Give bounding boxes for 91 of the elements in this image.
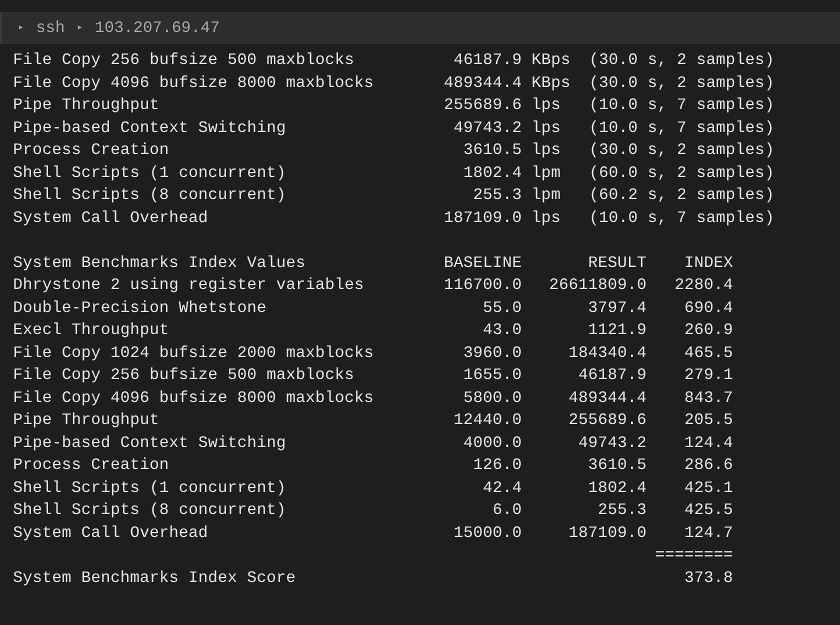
benchmark-name: File Copy 4096 bufsize 8000 maxblocks (13, 72, 375, 94)
benchmark-value: 255689.6 (442, 95, 522, 116)
benchmark-unit: lps (531, 140, 562, 161)
score-label: System Benchmarks Index Score (13, 568, 297, 588)
table-cell-text: 3797.4 (587, 298, 647, 318)
table-cell-text: Pipe-based Context Switching (13, 432, 288, 454)
table-cell-text: 5800.0 (462, 388, 522, 408)
table-cell-text: 4000.0 (462, 432, 522, 454)
benchmark-value: 46187.9 (452, 50, 522, 71)
table-cell-text: Process Creation (13, 455, 170, 476)
table-cell-text: 187109.0 (568, 522, 647, 544)
benchmark-detail: (10.0 s, 7 samples) (589, 208, 774, 228)
table-cell-text: 260.9 (683, 320, 734, 341)
table-cell-text: 184340.4 (568, 342, 647, 364)
benchmark-unit: lps (531, 118, 562, 138)
column-header: INDEX (683, 252, 734, 274)
benchmark-detail: (30.0 s, 2 samples) (589, 50, 774, 71)
table-cell-text: 42.4 (482, 478, 522, 498)
benchmark-unit: KBps (531, 72, 572, 94)
benchmark-detail: (30.0 s, 2 samples) (589, 72, 774, 94)
benchmark-detail: (60.2 s, 2 samples) (589, 185, 774, 206)
table-cell-text: 124.4 (683, 432, 734, 454)
score-value: 373.8 (683, 568, 734, 588)
benchmark-name: Shell Scripts (1 concurrent) (13, 162, 288, 184)
table-cell-text: File Copy 256 bufsize 500 maxblocks (13, 365, 356, 386)
table-cell-text: Shell Scripts (8 concurrent) (13, 500, 288, 521)
benchmark-name: Shell Scripts (8 concurrent) (13, 185, 288, 206)
table-cell-text: 55.0 (482, 298, 522, 318)
table-cell-text: 425.1 (683, 478, 734, 498)
column-header: RESULT (587, 252, 647, 274)
benchmark-name: Pipe Throughput (13, 95, 160, 116)
table-cell-text: 843.7 (683, 388, 734, 408)
benchmark-value: 1802.4 (462, 162, 522, 184)
benchmark-unit: lpm (531, 185, 562, 206)
table-cell-text: 205.5 (683, 410, 734, 431)
table-cell-text: 690.4 (683, 298, 734, 318)
breadcrumb-item[interactable]: 103.207.69.47 (94, 19, 220, 37)
table-cell-text: 425.5 (683, 500, 734, 521)
benchmark-value: 49743.2 (452, 118, 522, 138)
benchmark-name: Process Creation (13, 140, 170, 161)
table-cell-text: File Copy 4096 bufsize 8000 maxblocks (13, 388, 375, 408)
index-title: System Benchmarks Index Values (13, 252, 307, 274)
table-cell-text: 116700.0 (442, 275, 522, 296)
table-cell-text: 126.0 (472, 455, 522, 476)
breadcrumb-separator: ▸ (76, 22, 83, 34)
benchmark-detail: (10.0 s, 7 samples) (589, 118, 774, 138)
table-cell-text: Execl Throughput (13, 320, 170, 341)
benchmark-value: 489344.4 (442, 72, 522, 94)
benchmark-name: File Copy 256 bufsize 500 maxblocks (13, 50, 356, 71)
table-cell-text: 286.6 (683, 455, 734, 476)
benchmark-unit: lpm (531, 162, 562, 184)
table-cell-text: 279.1 (683, 365, 734, 386)
table-cell-text: 49743.2 (577, 432, 647, 454)
table-cell-text: 3610.5 (587, 455, 647, 476)
table-cell-text: 124.7 (683, 522, 734, 544)
table-cell-text: Dhrystone 2 using register variables (13, 275, 366, 296)
table-cell-text: 3960.0 (462, 342, 522, 364)
column-header: BASELINE (442, 252, 522, 274)
benchmark-detail: (60.0 s, 2 samples) (589, 162, 774, 184)
breadcrumb-separator: ▸ (18, 22, 24, 34)
benchmark-name: Pipe-based Context Switching (13, 118, 288, 138)
table-cell-text: 255.3 (596, 500, 647, 521)
table-cell-text: Pipe Throughput (13, 410, 160, 431)
benchmark-unit: lps (531, 208, 562, 228)
table-cell-text: 255689.6 (568, 410, 647, 431)
table-cell-text: Double-Precision Whetstone (13, 298, 268, 318)
table-cell-text: 465.5 (683, 342, 734, 364)
table-cell-text: 1121.9 (587, 320, 647, 341)
breadcrumb-item[interactable]: ssh (36, 19, 65, 37)
table-cell-text: File Copy 1024 bufsize 2000 maxblocks (13, 342, 375, 364)
table-cell-text: 12440.0 (452, 410, 522, 431)
benchmark-value: 3610.5 (462, 140, 522, 161)
table-cell-text: 15000.0 (452, 522, 522, 544)
table-cell-text: 26611809.0 (548, 275, 647, 296)
table-cell-text: 43.0 (482, 320, 522, 341)
table-cell-text: 2280.4 (674, 275, 734, 296)
benchmark-value: 255.3 (472, 185, 522, 206)
separator-line: ======== (654, 545, 734, 566)
table-cell-text: 46187.9 (577, 365, 647, 386)
table-cell-text: System Call Overhead (13, 522, 210, 544)
table-cell-text: 1802.4 (587, 478, 647, 498)
table-cell-text: 1655.0 (462, 365, 522, 386)
benchmark-unit: lps (531, 95, 562, 116)
table-cell-text: 6.0 (492, 500, 522, 521)
benchmark-name: System Call Overhead (13, 208, 210, 228)
benchmark-detail: (10.0 s, 7 samples) (589, 95, 774, 116)
benchmark-detail: (30.0 s, 2 samples) (589, 140, 774, 161)
table-cell-text: Shell Scripts (1 concurrent) (13, 478, 288, 498)
benchmark-unit: KBps (531, 50, 572, 71)
benchmark-value: 187109.0 (442, 208, 522, 228)
table-cell-text: 489344.4 (568, 388, 647, 408)
